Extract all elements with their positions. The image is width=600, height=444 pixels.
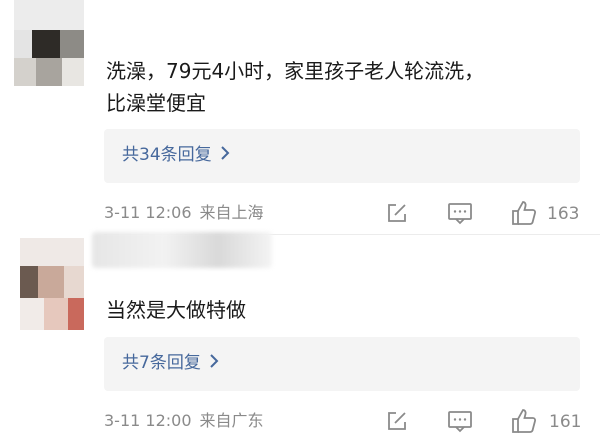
comment-text-line: 当然是大做特做 <box>106 298 246 322</box>
username-obscured <box>92 232 272 268</box>
share-edit-icon[interactable] <box>385 409 409 433</box>
comment-text-line: 洗澡，79元4小时，家里孩子老人轮流洗， <box>106 59 485 83</box>
view-replies-link[interactable]: 共7条回复 <box>122 351 219 375</box>
comment-meta: 3-11 12:06 来自上海 <box>104 203 264 223</box>
view-replies-link[interactable]: 共34条回复 <box>122 143 230 167</box>
share-edit-icon[interactable] <box>385 201 409 225</box>
avatar[interactable] <box>14 0 84 86</box>
comment-icon[interactable] <box>447 409 472 433</box>
comment-location: 来自广东 <box>199 411 264 430</box>
comment-text-line: 比澡堂便宜 <box>106 91 206 115</box>
comment-text: 当然是大做特做 <box>106 294 246 326</box>
comment-date: 3-11 12:06 <box>104 203 192 222</box>
replies-count-label: 共34条回复 <box>122 145 212 165</box>
comment-text: 洗澡，79元4小时，家里孩子老人轮流洗， 比澡堂便宜 <box>106 55 484 119</box>
thumbs-up-icon[interactable] <box>510 199 538 227</box>
comment-icon[interactable] <box>447 201 472 225</box>
comment-date: 3-11 12:00 <box>104 411 192 430</box>
avatar[interactable] <box>20 238 84 330</box>
like-count: 161 <box>549 412 582 432</box>
comment-location: 来自上海 <box>199 203 264 222</box>
thumbs-up-icon[interactable] <box>510 407 538 435</box>
replies-box[interactable]: 共7条回复 <box>104 337 580 391</box>
replies-box[interactable]: 共34条回复 <box>104 129 580 183</box>
chevron-right-icon <box>220 143 230 167</box>
like-count: 163 <box>547 204 580 224</box>
chevron-right-icon <box>209 351 219 375</box>
replies-count-label: 共7条回复 <box>122 353 201 373</box>
comment-meta: 3-11 12:00 来自广东 <box>104 411 264 431</box>
